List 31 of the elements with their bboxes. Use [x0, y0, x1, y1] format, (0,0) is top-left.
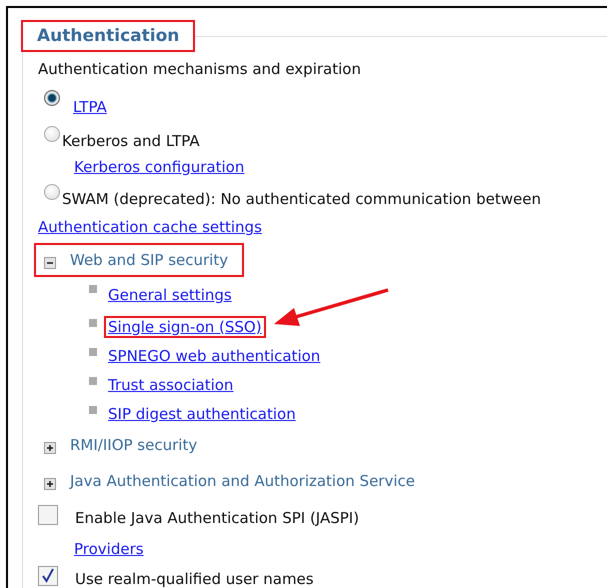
settings-link[interactable]: General settings — [104, 284, 236, 306]
checkbox[interactable] — [38, 566, 58, 586]
collapse-icon[interactable] — [44, 257, 56, 269]
settings-link[interactable]: Trust association — [104, 374, 238, 396]
radio-button[interactable] — [44, 184, 60, 200]
settings-link[interactable]: SPNEGO web authentication — [104, 344, 324, 366]
group-header[interactable]: Web and SIP security — [34, 243, 244, 277]
checkbox-label: Use realm-qualified user names — [75, 570, 314, 588]
expand-icon[interactable] — [44, 442, 56, 454]
bullet-icon — [89, 377, 97, 385]
radio-label: SWAM (deprecated): No authenticated communication between — [62, 190, 541, 208]
expand-icon[interactable] — [44, 478, 56, 490]
bullet-icon — [89, 348, 97, 356]
providers-link[interactable]: Providers — [74, 540, 144, 558]
subtitle: Authentication mechanisms and expiration — [38, 60, 361, 78]
radio-label: Kerberos and LTPA — [62, 132, 200, 150]
checkbox[interactable] — [38, 505, 58, 525]
radio-button[interactable] — [44, 90, 60, 106]
config-link[interactable]: Kerberos configuration — [74, 158, 244, 176]
settings-link[interactable]: SIP digest authentication — [104, 402, 300, 424]
group-header[interactable]: Java Authentication and Authorization Service — [34, 464, 431, 498]
cache-settings-link[interactable]: Authentication cache settings — [38, 218, 262, 236]
ltpa-link[interactable]: LTPA — [73, 98, 107, 116]
group-header[interactable]: RMI/IIOP security — [34, 428, 214, 462]
settings-link[interactable]: Single sign-on (SSO) — [104, 316, 266, 338]
bullet-icon — [89, 285, 97, 293]
radio-button[interactable] — [44, 126, 60, 142]
bullet-icon — [89, 319, 97, 327]
bullet-icon — [89, 406, 97, 414]
section-title: Authentication — [21, 20, 196, 52]
checkbox-label: Enable Java Authentication SPI (JASPI) — [75, 509, 360, 527]
